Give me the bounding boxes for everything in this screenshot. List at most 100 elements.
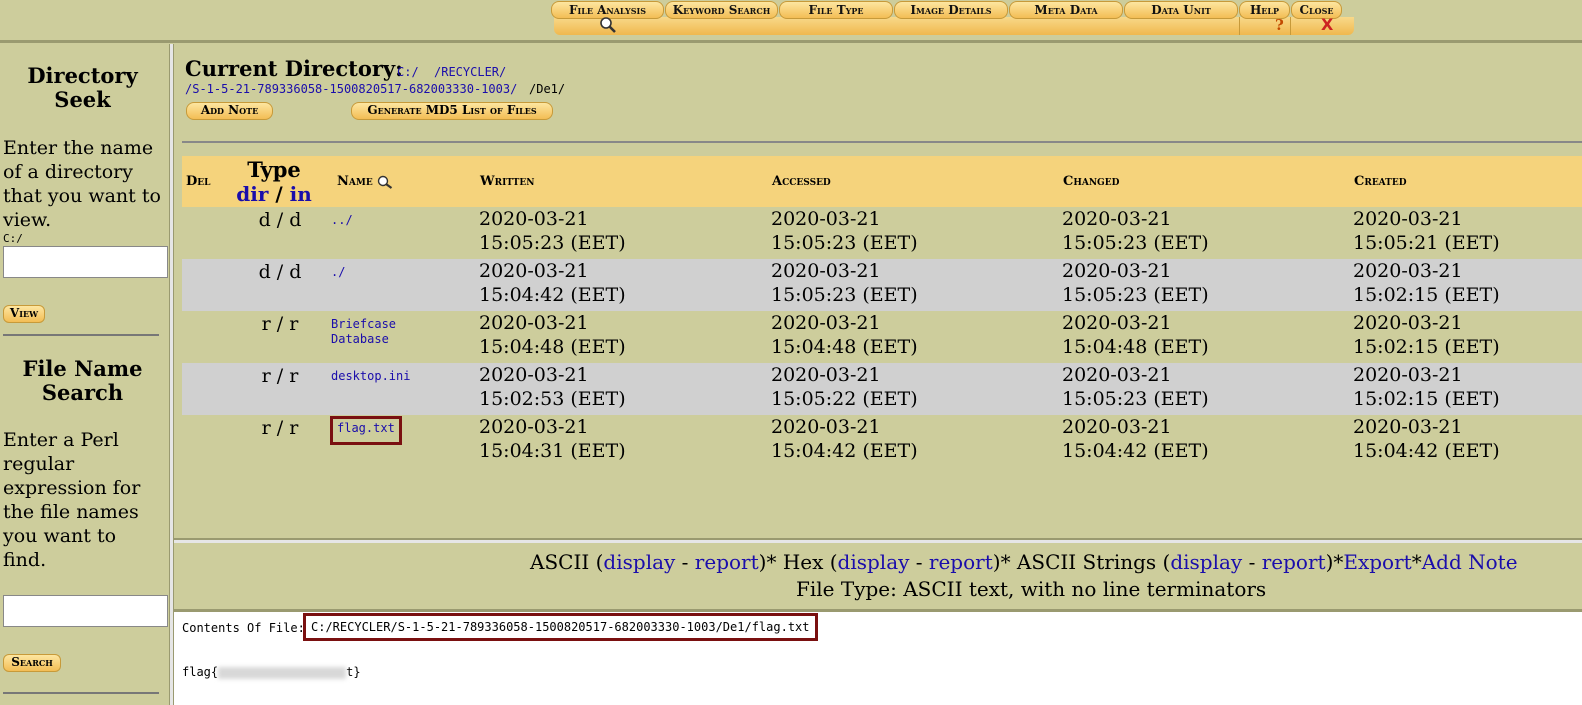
col-created[interactable]: Created: [1354, 174, 1407, 189]
file-contents-text: flag{ t}: [182, 665, 361, 679]
topbar-divider: [0, 40, 1582, 43]
sort-in-link[interactable]: in: [290, 182, 312, 206]
tab-data-unit[interactable]: Data Unit: [1124, 1, 1238, 19]
path-link-recycler[interactable]: /RECYCLER/: [434, 65, 506, 79]
col-changed[interactable]: Changed: [1063, 174, 1119, 189]
close-icon[interactable]: X: [1321, 15, 1333, 34]
name-search-icon[interactable]: [377, 175, 393, 189]
tab-keyword-search[interactable]: Keyword Search: [665, 1, 778, 19]
ascii-report-link[interactable]: report: [695, 550, 759, 574]
type-separator: /: [275, 182, 283, 206]
file-type-info: File Type: ASCII text, with no line term…: [796, 577, 1267, 601]
current-directory-label: Current Directory:: [185, 56, 403, 81]
sidebar-divider: [3, 692, 159, 694]
strings-report-link[interactable]: report: [1262, 550, 1326, 574]
path-link-root[interactable]: C:/: [397, 65, 419, 79]
col-del: Del: [186, 174, 211, 189]
created-cell: 2020-03-21 15:05:21 (EET): [1353, 208, 1500, 254]
ascii-display-link[interactable]: display: [603, 550, 675, 574]
export-link[interactable]: Export: [1343, 550, 1411, 574]
entry-type: r / r: [261, 417, 299, 439]
entry-name-link[interactable]: Briefcase Database: [331, 317, 396, 347]
sidebar-divider: [3, 334, 159, 336]
listing-divider: [182, 141, 1582, 143]
add-note-button[interactable]: Add Note: [186, 102, 273, 120]
written-cell: 2020-03-21 15:05:23 (EET): [479, 208, 626, 254]
file-name-search-description: Enter a Perl regular expression for the …: [3, 429, 141, 571]
changed-cell: 2020-03-21 15:04:48 (EET): [1062, 312, 1209, 358]
entry-name-link[interactable]: desktop.ini: [331, 369, 410, 384]
ascii-label: ASCII (: [530, 550, 604, 574]
created-cell: 2020-03-21 15:02:15 (EET): [1353, 312, 1500, 358]
entry-name-link[interactable]: flag.txt: [330, 416, 402, 445]
file-name-search-title: File Name Search: [22, 356, 143, 405]
search-button[interactable]: Search: [3, 654, 61, 672]
tab-divider: [1239, 17, 1240, 35]
path-current: /De1/: [529, 82, 566, 96]
sort-dir-link[interactable]: dir: [236, 182, 268, 206]
help-icon[interactable]: ?: [1275, 16, 1284, 34]
tab-image-details[interactable]: Image Details: [894, 1, 1008, 19]
file-name-search-input[interactable]: [3, 595, 168, 627]
flag-text-start: flag{: [182, 665, 219, 679]
strings-display-link[interactable]: display: [1170, 550, 1242, 574]
top-nav-bar: File Analysis Keyword Search File Type I…: [0, 0, 1582, 42]
directory-seek-description: Enter the name of a directory that you w…: [3, 137, 161, 231]
file-path: C:/RECYCLER/S-1-5-21-789336058-150082051…: [303, 613, 818, 641]
path-link-sid[interactable]: /S-1-5-21-789336058-1500820517-682003330…: [185, 82, 517, 96]
table-row: r / r desktop.ini 2020-03-21 15:02:53 (EE…: [182, 363, 1582, 415]
created-cell: 2020-03-21 15:02:15 (EET): [1353, 260, 1500, 306]
tab-icon-row: [554, 17, 1354, 35]
accessed-cell: 2020-03-21 15:05:23 (EET): [771, 208, 918, 254]
written-cell: 2020-03-21 15:04:42 (EET): [479, 260, 626, 306]
written-cell: 2020-03-21 15:02:53 (EET): [479, 364, 626, 410]
directory-listing-pane: Current Directory: C:/ /RECYCLER/ /S-1-5…: [174, 44, 1582, 540]
flag-text-end: t}: [346, 665, 361, 679]
table-row: r / r flag.txt 2020-03-21 15:04:31 (EET) …: [182, 415, 1582, 467]
written-cell: 2020-03-21 15:04:31 (EET): [479, 416, 626, 462]
hex-report-link[interactable]: report: [929, 550, 993, 574]
changed-cell: 2020-03-21 15:05:23 (EET): [1062, 208, 1209, 254]
tab-meta-data[interactable]: Meta Data: [1009, 1, 1123, 19]
view-button[interactable]: View: [3, 305, 45, 323]
magnifier-icon[interactable]: [599, 16, 617, 34]
dash: -: [681, 550, 689, 574]
strings-label: ASCII Strings (: [1016, 550, 1171, 574]
tab-close[interactable]: Close: [1291, 1, 1342, 19]
table-row: d / d ./ 2020-03-21 15:04:42 (EET) 2020-0…: [182, 259, 1582, 311]
view-mode-bar: ASCII (display - report)* Hex (display -…: [174, 540, 1582, 610]
col-name-label: Name: [337, 174, 373, 189]
written-cell: 2020-03-21 15:04:48 (EET): [479, 312, 626, 358]
entry-type: r / r: [261, 365, 299, 387]
directory-seek-title: Directory Seek: [27, 63, 138, 112]
sidebar: Directory Seek Enter the name of a direc…: [0, 44, 169, 705]
tab-divider: [1290, 17, 1291, 35]
col-type: Type: [247, 157, 301, 182]
entry-name-link[interactable]: ./: [331, 265, 345, 280]
add-note-link[interactable]: Add Note: [1422, 550, 1518, 574]
accessed-cell: 2020-03-21 15:05:23 (EET): [771, 260, 918, 306]
accessed-cell: 2020-03-21 15:04:42 (EET): [771, 416, 918, 462]
col-accessed[interactable]: Accessed: [772, 174, 831, 189]
entry-name-link[interactable]: ../: [331, 213, 353, 228]
changed-cell: 2020-03-21 15:05:23 (EET): [1062, 260, 1209, 306]
created-cell: 2020-03-21 15:02:15 (EET): [1353, 364, 1500, 410]
entry-type: d / d: [258, 209, 302, 231]
col-name[interactable]: Name: [337, 174, 393, 189]
contents-label: Contents Of File:: [182, 621, 305, 635]
tab-file-type[interactable]: File Type: [779, 1, 893, 19]
table-row: r / r Briefcase Database 2020-03-21 15:04:…: [182, 311, 1582, 363]
col-written[interactable]: Written: [480, 174, 534, 189]
directory-input[interactable]: [3, 246, 168, 278]
hex-display-link[interactable]: display: [838, 550, 910, 574]
entry-type: r / r: [261, 313, 299, 335]
file-content-pane: Contents Of File: C:/RECYCLER/S-1-5-21-7…: [174, 612, 1582, 705]
table-header: Del Type dir / in Name Written Accessed …: [182, 156, 1582, 207]
changed-cell: 2020-03-21 15:04:42 (EET): [1062, 416, 1209, 462]
generate-md5-button[interactable]: Generate MD5 List of Files: [351, 102, 553, 120]
view-mode-links: ASCII (display - report)* Hex (display -…: [530, 550, 1518, 574]
accessed-cell: 2020-03-21 15:05:22 (EET): [771, 364, 918, 410]
changed-cell: 2020-03-21 15:05:23 (EET): [1062, 364, 1209, 410]
accessed-cell: 2020-03-21 15:04:48 (EET): [771, 312, 918, 358]
redacted-blur: [218, 666, 347, 679]
